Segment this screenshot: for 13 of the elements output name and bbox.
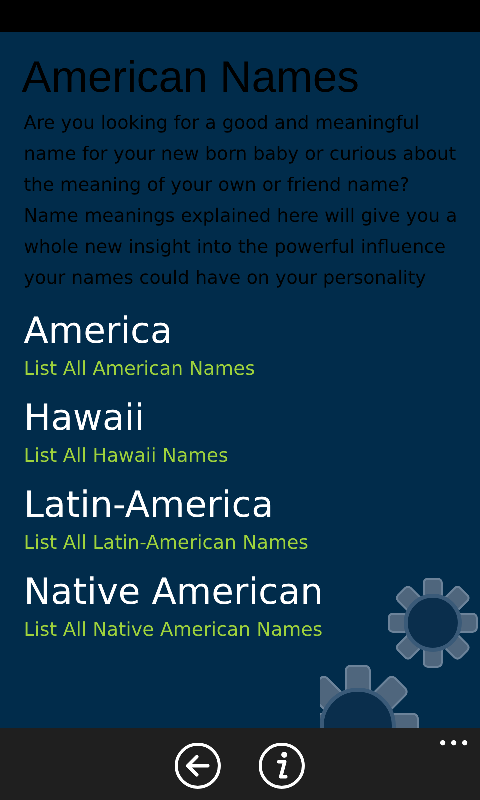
- page-title: American Names: [22, 52, 360, 104]
- list-link[interactable]: List All Hawaii Names: [24, 443, 466, 469]
- category-name[interactable]: Native American: [24, 569, 324, 617]
- list-link[interactable]: List All Latin-American Names: [24, 530, 466, 556]
- category-name[interactable]: Hawaii: [24, 395, 145, 443]
- list-link[interactable]: List All Native American Names: [24, 617, 466, 643]
- more-icon[interactable]: [440, 740, 468, 746]
- category-name[interactable]: America: [24, 308, 172, 356]
- category-name[interactable]: Latin-America: [24, 482, 274, 530]
- back-button[interactable]: [174, 742, 222, 790]
- list-link[interactable]: List All American Names: [24, 356, 466, 382]
- info-button[interactable]: [258, 742, 306, 790]
- description-text: Are you looking for a good and meaningful name for your new born baby or curious about the meaning of your own or friend name? Name meanings explained here will give you a whole new insight into the powerful influence your names could have on your personality: [24, 112, 458, 291]
